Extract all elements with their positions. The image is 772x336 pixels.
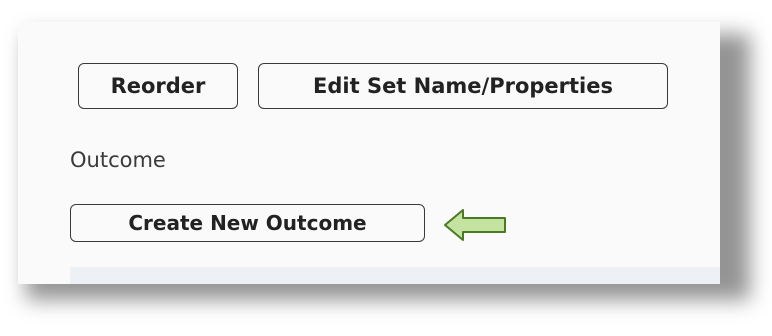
edit-set-properties-button[interactable]: Edit Set Name/Properties xyxy=(258,63,668,109)
left-arrow-icon xyxy=(444,209,506,241)
create-new-outcome-button[interactable]: Create New Outcome xyxy=(70,204,425,242)
screenshot-stage: Reorder Edit Set Name/Properties Outcome… xyxy=(0,0,772,336)
panel-card: Reorder Edit Set Name/Properties Outcome… xyxy=(18,22,720,284)
outcome-section-label: Outcome xyxy=(70,148,166,172)
outcome-list-area xyxy=(70,267,720,284)
toolbar: Reorder Edit Set Name/Properties xyxy=(78,63,668,109)
reorder-button[interactable]: Reorder xyxy=(78,63,238,109)
